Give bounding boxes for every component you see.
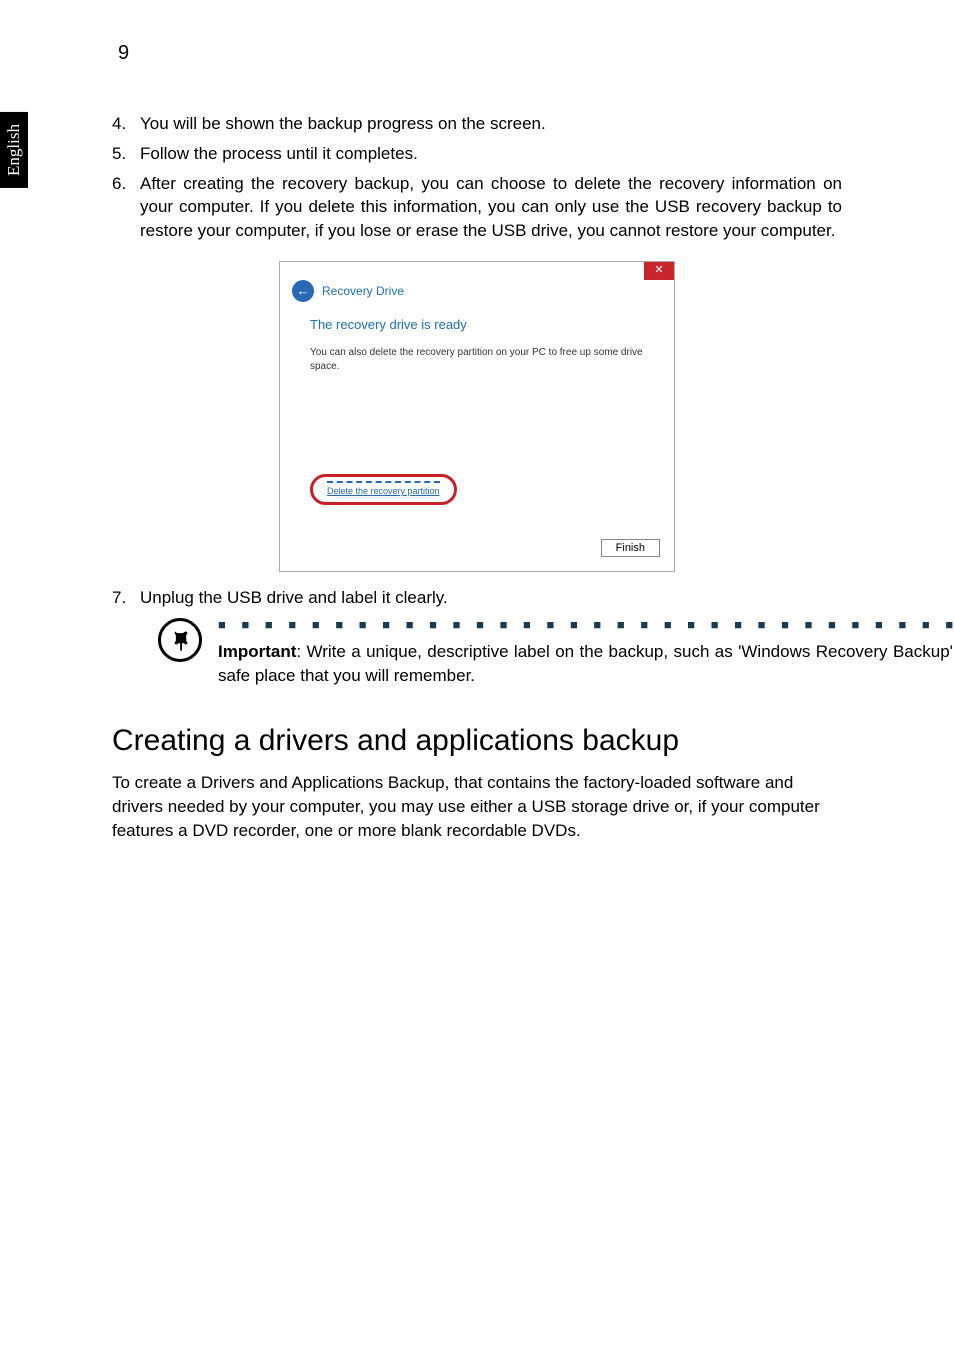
- dialog-body-text: You can also delete the recovery partiti…: [310, 346, 644, 374]
- step-7-number: 7.: [112, 586, 140, 610]
- important-note: ■ ■ ■ ■ ■ ■ ■ ■ ■ ■ ■ ■ ■ ■ ■ ■ ■ ■ ■ ■ …: [158, 616, 842, 689]
- pin-icon: [158, 618, 202, 662]
- delete-partition-highlight: Delete the recovery partition: [310, 474, 457, 505]
- finish-button[interactable]: Finish: [601, 539, 660, 557]
- language-tab: English: [0, 112, 28, 188]
- step-6-number: 6.: [112, 172, 140, 243]
- note-divider-dots: ■ ■ ■ ■ ■ ■ ■ ■ ■ ■ ■ ■ ■ ■ ■ ■ ■ ■ ■ ■ …: [218, 616, 954, 634]
- back-button[interactable]: ←: [292, 280, 314, 302]
- step-7-text: Unplug the USB drive and label it clearl…: [140, 586, 842, 610]
- step-6: 6. After creating the recovery backup, y…: [112, 172, 842, 243]
- section-paragraph: To create a Drivers and Applications Bac…: [112, 771, 842, 842]
- important-body: : Write a unique, descriptive label on t…: [218, 642, 954, 686]
- delete-partition-link[interactable]: Delete the recovery partition: [327, 481, 440, 498]
- step-4-number: 4.: [112, 112, 140, 136]
- recovery-dialog-screenshot: ✕ ← Recovery Drive The recovery drive is…: [112, 261, 842, 572]
- step-4: 4. You will be shown the backup progress…: [112, 112, 842, 136]
- page-number: 9: [118, 42, 129, 65]
- step-4-text: You will be shown the backup progress on…: [140, 112, 842, 136]
- dialog-title: Recovery Drive: [322, 283, 404, 300]
- dialog-heading: The recovery drive is ready: [310, 316, 644, 334]
- step-6-text: After creating the recovery backup, you …: [140, 172, 842, 243]
- step-5-text: Follow the process until it completes.: [140, 142, 842, 166]
- important-note-text: Important: Write a unique, descriptive l…: [218, 640, 954, 689]
- step-5-number: 5.: [112, 142, 140, 166]
- step-5: 5. Follow the process until it completes…: [112, 142, 842, 166]
- close-button[interactable]: ✕: [644, 262, 674, 280]
- recovery-dialog-window: ✕ ← Recovery Drive The recovery drive is…: [279, 261, 675, 572]
- important-label: Important: [218, 642, 296, 661]
- section-heading: Creating a drivers and applications back…: [112, 723, 842, 759]
- step-7: 7. Unplug the USB drive and label it cle…: [112, 586, 842, 610]
